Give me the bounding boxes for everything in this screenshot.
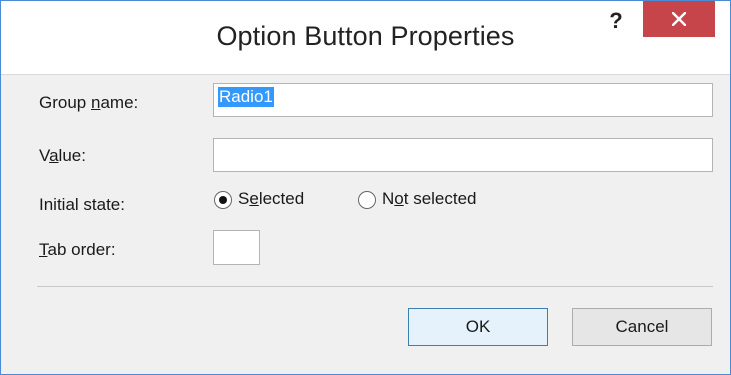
value-label: Value: [39, 146, 86, 165]
group-name-input[interactable]: Radio1 [213, 83, 713, 117]
value-input[interactable] [213, 138, 713, 172]
radio-not-selected-circle [358, 191, 376, 209]
tab-order-input[interactable] [213, 230, 260, 265]
radio-selected-circle [214, 191, 232, 209]
initial-state-label: Initial state: [39, 195, 125, 214]
title-bar[interactable]: Option Button Properties ? [1, 1, 730, 75]
radio-not-selected-label: Not selected [382, 189, 477, 208]
group-name-value: Radio1 [218, 87, 274, 107]
ok-button[interactable]: OK [408, 308, 548, 346]
divider [37, 286, 713, 287]
close-button[interactable] [643, 1, 715, 37]
group-name-label: Group name: [39, 93, 139, 112]
help-button[interactable]: ? [593, 5, 639, 41]
option-button-properties-dialog: Option Button Properties ? Group name: R… [0, 0, 731, 375]
close-icon [672, 12, 686, 26]
tab-order-label: Tab order: [39, 240, 116, 259]
radio-selected-dot [219, 196, 227, 204]
cancel-button[interactable]: Cancel [572, 308, 712, 346]
radio-selected-label: Selected [238, 189, 305, 208]
